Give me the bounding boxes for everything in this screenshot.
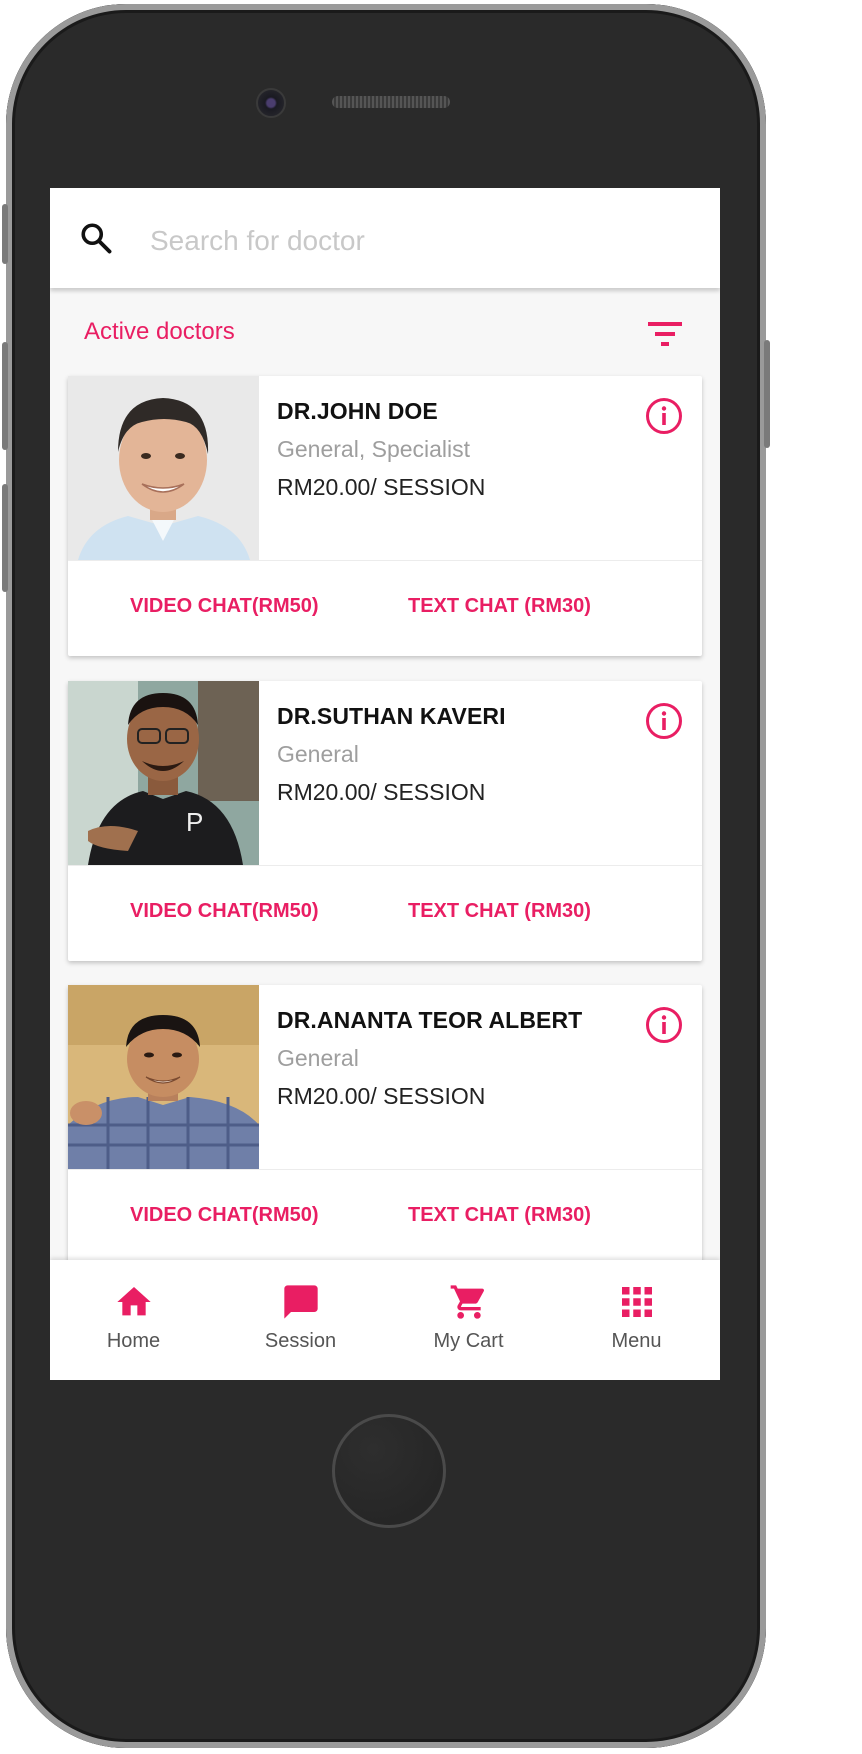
doctor-card[interactable]: DR.ANANTA TEOR ALBERT General RM20.00/ S… [68, 985, 702, 1260]
doctor-name: DR.JOHN DOE [277, 398, 438, 424]
doctor-price: RM20.00/ SESSION [277, 474, 486, 500]
nav-my-cart[interactable]: My Cart [385, 1260, 552, 1380]
power-button [764, 340, 770, 448]
doctor-avatar [68, 985, 259, 1169]
section-title: Active doctors [84, 318, 235, 345]
doctor-card-actions: VIDEO CHAT(RM50) TEXT CHAT (RM30) [68, 865, 702, 962]
video-chat-button[interactable]: VIDEO CHAT(RM50) [130, 900, 319, 923]
nav-label: Menu [611, 1330, 662, 1352]
bottom-navigation: Home Session My Cart Menu [50, 1260, 720, 1380]
doctor-specialty: General [277, 1045, 359, 1071]
nav-label: My Cart [433, 1330, 504, 1352]
volume-down-button [2, 484, 8, 592]
text-chat-button[interactable]: TEXT CHAT (RM30) [408, 595, 591, 618]
doctor-card-actions: VIDEO CHAT(RM50) TEXT CHAT (RM30) [68, 560, 702, 657]
earpiece-speaker [332, 96, 450, 108]
doctor-name: DR.ANANTA TEOR ALBERT [277, 1007, 583, 1033]
home-hardware-button[interactable] [332, 1414, 446, 1528]
search-input[interactable] [148, 218, 672, 264]
doctor-price: RM20.00/ SESSION [277, 1083, 486, 1109]
doctor-specialty: General [277, 741, 359, 767]
doctor-name: DR.SUTHAN KAVERI [277, 703, 506, 729]
cart-icon [450, 1285, 485, 1319]
mute-switch [2, 204, 8, 264]
nav-menu[interactable]: Menu [553, 1260, 720, 1380]
nav-label: Session [264, 1330, 337, 1352]
info-icon[interactable] [645, 1006, 683, 1044]
home-icon [117, 1287, 151, 1316]
volume-up-button [2, 342, 8, 450]
svg-text:P: P [186, 807, 203, 837]
doctor-card[interactable]: P DR.SUTHAN KAVERI General RM20.00/ SESS… [68, 681, 702, 961]
doctor-avatar [68, 376, 259, 560]
search-icon[interactable] [78, 220, 114, 256]
nav-label: Home [106, 1330, 161, 1352]
video-chat-button[interactable]: VIDEO CHAT(RM50) [130, 1204, 319, 1227]
doctor-card-header: DR.ANANTA TEOR ALBERT General RM20.00/ S… [68, 985, 702, 1169]
doctor-card-header: P DR.SUTHAN KAVERI General RM20.00/ SESS… [68, 681, 702, 865]
doctor-price: RM20.00/ SESSION [277, 779, 486, 805]
doctor-card[interactable]: DR.JOHN DOE General, Specialist RM20.00/… [68, 376, 702, 656]
doctor-avatar: P [68, 681, 259, 865]
text-chat-button[interactable]: TEXT CHAT (RM30) [408, 1204, 591, 1227]
nav-session[interactable]: Session [217, 1260, 384, 1380]
video-chat-button[interactable]: VIDEO CHAT(RM50) [130, 595, 319, 618]
search-bar [50, 188, 720, 288]
info-icon[interactable] [645, 702, 683, 740]
app-screen: Active doctors [50, 188, 720, 1380]
doctor-card-header: DR.JOHN DOE General, Specialist RM20.00/… [68, 376, 702, 560]
grid-menu-icon [622, 1287, 652, 1317]
front-camera [256, 88, 286, 118]
nav-home[interactable]: Home [50, 1260, 217, 1380]
info-icon[interactable] [645, 397, 683, 435]
text-chat-button[interactable]: TEXT CHAT (RM30) [408, 900, 591, 923]
filter-icon[interactable] [648, 320, 682, 348]
doctor-specialty: General, Specialist [277, 436, 471, 462]
doctor-card-actions: VIDEO CHAT(RM50) TEXT CHAT (RM30) [68, 1169, 702, 1260]
doctor-list: Active doctors DR.JOHN DOE General, Spec… [50, 288, 720, 1260]
chat-bubble-icon [284, 1285, 318, 1319]
